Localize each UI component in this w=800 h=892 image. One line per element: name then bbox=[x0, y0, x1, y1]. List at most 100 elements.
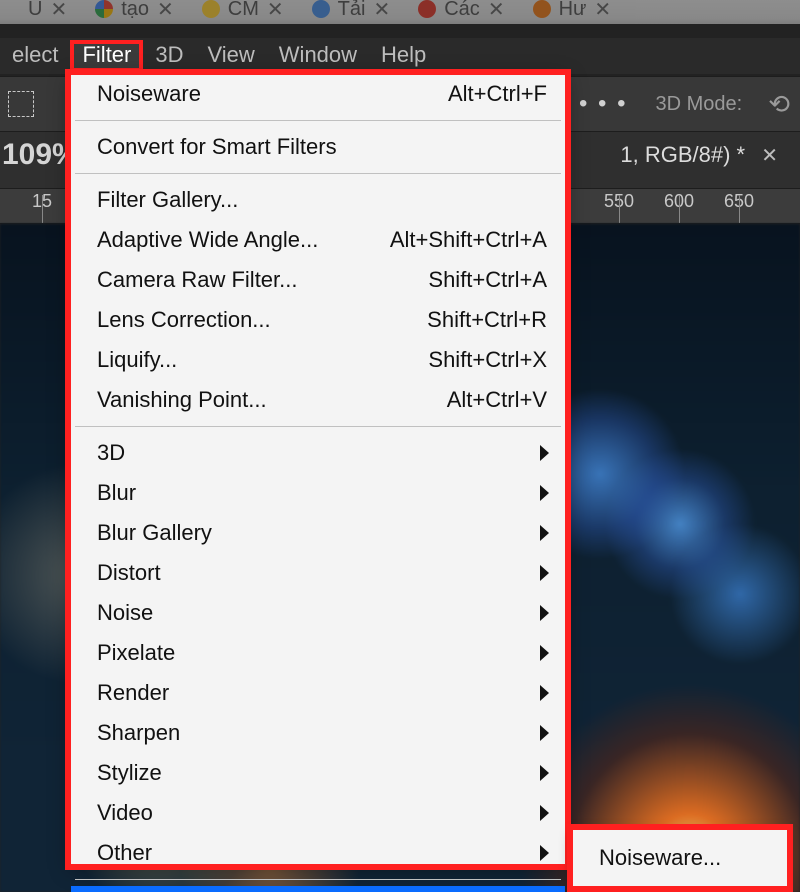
menu-item[interactable]: Convert for Smart Filters bbox=[71, 127, 565, 167]
submenu-arrow-icon bbox=[540, 525, 549, 541]
submenu-arrow-icon bbox=[540, 685, 549, 701]
menu-item-label: Convert for Smart Filters bbox=[97, 133, 337, 161]
menu-item[interactable]: Blur Gallery bbox=[71, 513, 565, 553]
browser-tab-label: Tải bbox=[338, 0, 366, 21]
menu-item[interactable]: Render bbox=[71, 673, 565, 713]
imagenomic-submenu: Noiseware... bbox=[572, 829, 788, 887]
overflow-dots-icon[interactable]: • • • bbox=[579, 90, 636, 118]
menu-item[interactable]: Pixelate bbox=[71, 633, 565, 673]
menu-item-label: Render bbox=[97, 679, 169, 707]
browser-tab[interactable]: tạo ✕ bbox=[95, 0, 174, 22]
browser-tab[interactable]: Hư ✕ bbox=[533, 0, 612, 22]
submenu-item[interactable]: Noiseware... bbox=[573, 839, 787, 877]
browser-tab[interactable]: U✕ bbox=[28, 0, 67, 22]
browser-tab-label: tạo bbox=[121, 0, 149, 21]
filter-menu-dropdown: Noiseware Alt+Ctrl+F Convert for Smart Fil… bbox=[70, 74, 566, 865]
menu-item[interactable]: Noiseware Alt+Ctrl+F bbox=[71, 74, 565, 114]
orbit-icon[interactable]: ⟲ bbox=[768, 89, 800, 120]
submenu-arrow-icon bbox=[540, 485, 549, 501]
menu-item[interactable]: Noise bbox=[71, 593, 565, 633]
menu-item-shortcut: Alt+Shift+Ctrl+A bbox=[390, 226, 547, 254]
favicon-icon bbox=[418, 0, 436, 18]
menu-item-label: Camera Raw Filter... bbox=[97, 266, 298, 294]
close-icon[interactable]: ✕ bbox=[267, 0, 284, 22]
browser-tab[interactable]: Các ✕ bbox=[418, 0, 504, 22]
menu-item-label: Noise bbox=[97, 599, 153, 627]
marquee-tool-icon[interactable] bbox=[8, 91, 34, 117]
ruler-tick: 600 bbox=[664, 191, 694, 212]
menu-help[interactable]: Help bbox=[369, 40, 438, 72]
menu-item-label: Video bbox=[97, 799, 153, 827]
browser-tab[interactable]: CM✕ bbox=[202, 0, 284, 22]
menu-item-shortcut: Alt+Ctrl+V bbox=[447, 386, 547, 414]
menu-item-shortcut: Shift+Ctrl+A bbox=[428, 266, 547, 294]
favicon-icon bbox=[202, 0, 220, 18]
menu-item-shortcut: Alt+Ctrl+F bbox=[448, 80, 547, 108]
menu-view[interactable]: View bbox=[196, 40, 267, 72]
menu-item[interactable]: Video bbox=[71, 793, 565, 833]
menu-item-label: 3D bbox=[97, 439, 125, 467]
browser-tab-label: Các bbox=[444, 0, 480, 21]
menu-item-label: Filter Gallery... bbox=[97, 186, 238, 214]
browser-tab[interactable]: Tải ✕ bbox=[312, 0, 391, 22]
favicon-icon bbox=[95, 0, 113, 18]
ruler-tick: 15 bbox=[32, 191, 52, 212]
menu-item[interactable]: Vanishing Point... Alt+Ctrl+V bbox=[71, 380, 565, 420]
menu-item[interactable]: Lens Correction... Shift+Ctrl+R bbox=[71, 300, 565, 340]
menu-item[interactable]: Imagenomic bbox=[71, 886, 565, 892]
menu-item-label: Distort bbox=[97, 559, 161, 587]
menu-item-label: Blur bbox=[97, 479, 136, 507]
menu-item[interactable]: Other bbox=[71, 833, 565, 873]
menu-item[interactable]: Filter Gallery... bbox=[71, 180, 565, 220]
menu-bar: electFilter3DViewWindowHelp bbox=[0, 38, 800, 74]
favicon-icon bbox=[312, 0, 330, 18]
submenu-arrow-icon bbox=[540, 765, 549, 781]
close-icon[interactable]: ✕ bbox=[50, 0, 67, 22]
ruler-tick: 650 bbox=[724, 191, 754, 212]
submenu-arrow-icon bbox=[540, 845, 549, 861]
menu-item[interactable]: Camera Raw Filter... Shift+Ctrl+A bbox=[71, 260, 565, 300]
menu-item-label: Sharpen bbox=[97, 719, 180, 747]
menu-item-label: Liquify... bbox=[97, 346, 177, 374]
menu-item[interactable]: Liquify... Shift+Ctrl+X bbox=[71, 340, 565, 380]
menu-elect[interactable]: elect bbox=[0, 40, 70, 72]
zoom-level[interactable]: 109% bbox=[0, 138, 79, 172]
mode-label: 3D Mode: bbox=[655, 93, 748, 116]
close-icon[interactable]: ✕ bbox=[373, 0, 390, 22]
close-icon[interactable]: ✕ bbox=[157, 0, 174, 22]
submenu-arrow-icon bbox=[540, 445, 549, 461]
submenu-arrow-icon bbox=[540, 725, 549, 741]
menu-3d[interactable]: 3D bbox=[143, 40, 195, 72]
browser-tab-label: Hư bbox=[559, 0, 587, 21]
menu-item-label: Blur Gallery bbox=[97, 519, 212, 547]
menu-item[interactable]: Blur bbox=[71, 473, 565, 513]
close-icon[interactable]: ✕ bbox=[761, 145, 778, 167]
submenu-arrow-icon bbox=[540, 645, 549, 661]
close-icon[interactable]: ✕ bbox=[594, 0, 611, 22]
menu-item-label: Vanishing Point... bbox=[97, 386, 267, 414]
submenu-arrow-icon bbox=[540, 805, 549, 821]
menu-item-shortcut: Shift+Ctrl+R bbox=[427, 306, 547, 334]
browser-tab-label: U bbox=[28, 0, 42, 21]
menu-item-shortcut: Shift+Ctrl+X bbox=[428, 346, 547, 374]
favicon-icon bbox=[533, 0, 551, 18]
menu-item-label: Other bbox=[97, 839, 152, 867]
browser-tabs: U✕tạo✕CM✕Tải✕Các✕Hư✕ bbox=[0, 0, 800, 24]
menu-item-label: Noiseware bbox=[97, 80, 201, 108]
menu-window[interactable]: Window bbox=[267, 40, 369, 72]
menu-item[interactable]: 3D bbox=[71, 433, 565, 473]
menu-item-label: Lens Correction... bbox=[97, 306, 271, 334]
menu-item[interactable]: Adaptive Wide Angle... Alt+Shift+Ctrl+A bbox=[71, 220, 565, 260]
menu-item[interactable]: Stylize bbox=[71, 753, 565, 793]
menu-item-label: Pixelate bbox=[97, 639, 175, 667]
document-tab[interactable]: 1, RGB/8#) * ✕ bbox=[620, 142, 778, 168]
menu-item-label: Adaptive Wide Angle... bbox=[97, 226, 318, 254]
menu-item-label: Stylize bbox=[97, 759, 162, 787]
menu-item[interactable]: Distort bbox=[71, 553, 565, 593]
menu-item[interactable]: Sharpen bbox=[71, 713, 565, 753]
document-tab-label: 1, RGB/8#) * bbox=[620, 142, 745, 167]
close-icon[interactable]: ✕ bbox=[488, 0, 505, 22]
submenu-arrow-icon bbox=[540, 565, 549, 581]
menu-filter[interactable]: Filter bbox=[70, 40, 143, 72]
submenu-arrow-icon bbox=[540, 605, 549, 621]
